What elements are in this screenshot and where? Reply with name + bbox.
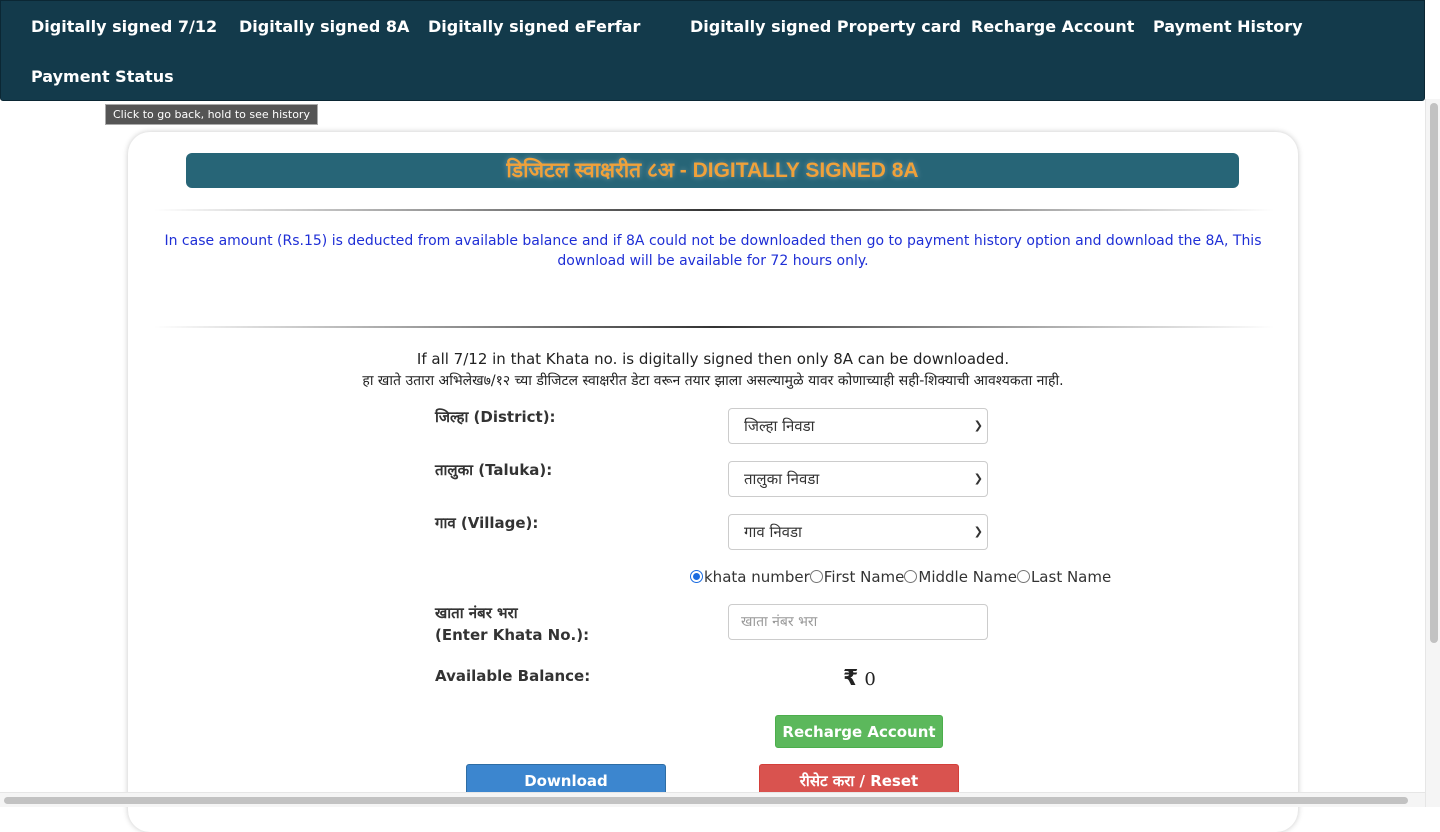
top-navbar: Digitally signed 7/12 Digitally signed 8…: [0, 0, 1425, 101]
balance-amount: 0: [864, 669, 876, 690]
taluka-label: तालुका (Taluka):: [435, 461, 553, 479]
district-selected-value: जिल्हा निवडा: [744, 417, 815, 435]
horizontal-scrollbar[interactable]: [0, 792, 1425, 807]
divider-top: [154, 209, 1274, 211]
chevron-down-icon: ❯: [973, 525, 983, 538]
page-title: डिजिटल स्वाक्षरीत ८अ - DIGITALLY SIGNED …: [506, 159, 919, 182]
nav-digitally-signed-eferfar[interactable]: Digitally signed eFerfar: [428, 17, 640, 36]
khata-label-marathi: खाता नंबर भरा: [435, 604, 518, 622]
info-text-marathi: हा खाते उतारा अभिलेख७/१२ च्या डीजिटल स्व…: [362, 373, 1064, 389]
district-select[interactable]: जिल्हा निवडा ❯: [728, 408, 988, 444]
info-text-english: If all 7/12 in that Khata no. is digital…: [416, 350, 1010, 368]
divider-middle: [154, 326, 1274, 328]
search-by-radio-group: khata number First Name Middle Name Last Na…: [690, 568, 1111, 588]
village-select[interactable]: गाव निवडा ❯: [728, 514, 988, 550]
village-label: गाव (Village):: [435, 514, 539, 532]
radio-button[interactable]: [690, 570, 703, 583]
nav-payment-status[interactable]: Payment Status: [31, 67, 174, 86]
back-button-tooltip: Click to go back, hold to see history: [105, 104, 318, 125]
radio-option-khata-number[interactable]: khata number: [690, 568, 810, 586]
radio-label: Last Name: [1030, 568, 1112, 586]
vertical-scrollbar-thumb[interactable]: [1430, 103, 1438, 643]
page-banner: डिजिटल स्वाक्षरीत ८अ - DIGITALLY SIGNED …: [186, 153, 1239, 188]
radio-option-last-name[interactable]: Last Name: [1016, 568, 1112, 586]
available-balance-value: ₹0: [843, 666, 876, 691]
taluka-selected-value: तालुका निवडा: [744, 470, 820, 488]
available-balance-label: Available Balance:: [435, 667, 591, 685]
nav-digitally-signed-8a[interactable]: Digitally signed 8A: [239, 17, 409, 36]
nav-digitally-signed-property-card[interactable]: Digitally signed Property card: [690, 17, 961, 36]
vertical-scrollbar[interactable]: [1425, 99, 1440, 807]
horizontal-scrollbar-thumb[interactable]: [4, 797, 1408, 804]
khata-label-english: (Enter Khata No.):: [435, 626, 590, 644]
deduction-notice: In case amount (Rs.15) is deducted from …: [164, 233, 1262, 269]
radio-label: First Name: [823, 568, 905, 586]
radio-button[interactable]: [809, 570, 823, 583]
recharge-account-button[interactable]: Recharge Account: [775, 715, 943, 748]
district-label: जिल्हा (District):: [435, 408, 556, 426]
chevron-down-icon: ❯: [973, 472, 983, 485]
radio-label: khata number: [704, 568, 810, 586]
radio-button[interactable]: [1016, 570, 1030, 583]
radio-option-first-name[interactable]: First Name: [809, 568, 905, 586]
radio-button[interactable]: [904, 570, 918, 583]
khata-number-input[interactable]: [728, 604, 988, 640]
nav-digitally-signed-7-12[interactable]: Digitally signed 7/12: [31, 17, 217, 36]
village-selected-value: गाव निवडा: [744, 523, 802, 541]
nav-payment-history[interactable]: Payment History: [1153, 17, 1303, 36]
rupee-icon: ₹: [843, 666, 859, 691]
chevron-down-icon: ❯: [973, 419, 983, 432]
taluka-select[interactable]: तालुका निवडा ❯: [728, 461, 988, 497]
nav-recharge-account[interactable]: Recharge Account: [971, 17, 1134, 36]
radio-option-middle-name[interactable]: Middle Name: [904, 568, 1017, 586]
radio-label: Middle Name: [918, 568, 1017, 586]
